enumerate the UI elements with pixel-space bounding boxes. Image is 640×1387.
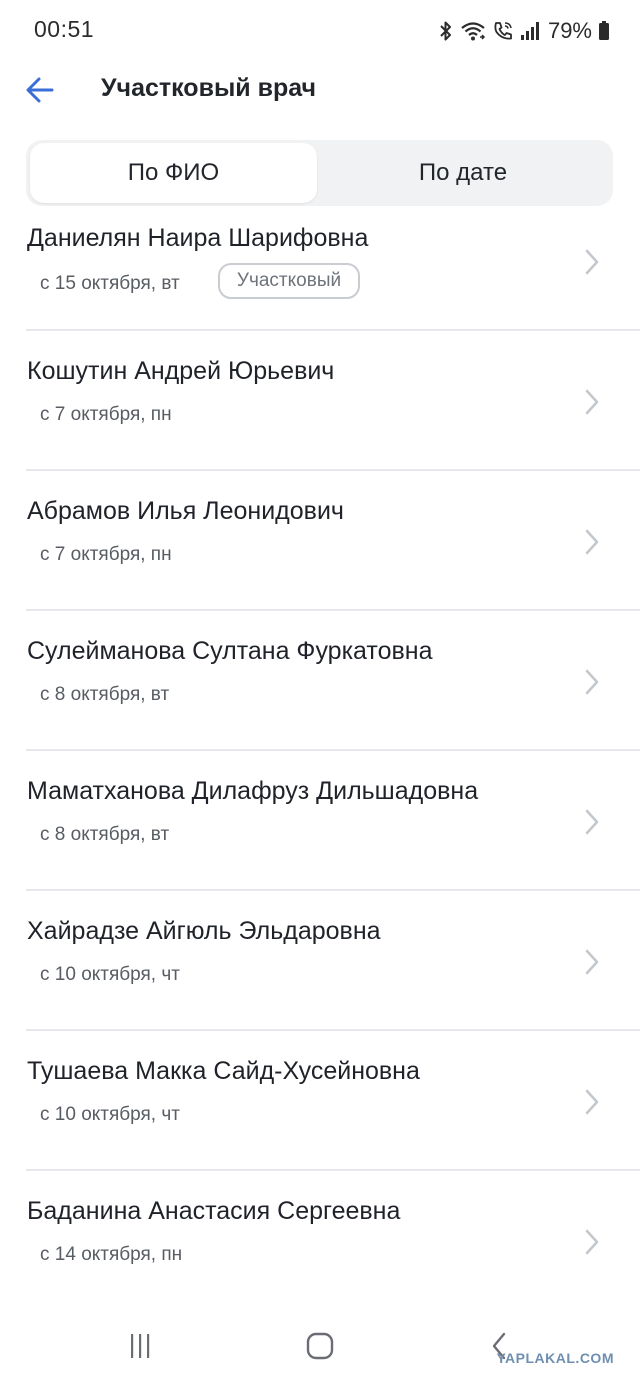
signal-icon xyxy=(520,22,539,40)
home-button[interactable] xyxy=(300,1330,340,1362)
doctor-list-item[interactable]: Тушаева Макка Сайд-Хусейновна с 10 октяб… xyxy=(0,1031,640,1171)
chevron-right-icon xyxy=(585,949,599,975)
doctor-list-item[interactable]: Абрамов Илья Леонидович с 7 октября, пн xyxy=(0,471,640,611)
system-nav-bar xyxy=(0,1300,640,1387)
status-time: 00:51 xyxy=(34,16,95,42)
app-header: Участковый врач xyxy=(0,62,640,118)
chevron-right-icon xyxy=(585,529,599,555)
doctor-start-date: с 7 октября, пн xyxy=(40,544,172,565)
chevron-right-icon xyxy=(585,389,599,415)
chevron-right-icon xyxy=(585,1229,599,1255)
recent-apps-icon xyxy=(131,1334,150,1358)
home-icon xyxy=(306,1332,334,1360)
recent-apps-button[interactable] xyxy=(120,1330,160,1362)
doctor-start-date: с 14 октября, пн xyxy=(40,1244,183,1265)
wifi-call-icon xyxy=(494,22,512,40)
doctor-name: Маматханова Дилафруз Дильшадовна xyxy=(27,777,479,805)
doctor-list-item[interactable]: Хайрадзе Айгюль Эльдаровна с 10 октября,… xyxy=(0,891,640,1031)
doctor-list-item[interactable]: Баданина Анастасия Сергеевна с 14 октябр… xyxy=(0,1171,640,1311)
sort-segmented-control: По ФИО По дате xyxy=(26,140,613,206)
wifi-icon xyxy=(461,22,486,41)
doctor-start-date: с 10 октября, чт xyxy=(40,1104,180,1125)
doctor-start-date: с 8 октября, вт xyxy=(40,824,170,845)
doctor-start-date: с 7 октября, пн xyxy=(40,404,172,425)
bluetooth-icon xyxy=(440,21,451,41)
tab-by-date[interactable]: По дате xyxy=(317,143,609,203)
doctor-name: Даниелян Наира Шарифовна xyxy=(27,224,369,252)
doctor-start-date: с 10 октября, чт xyxy=(40,964,180,985)
doctor-name: Тушаева Макка Сайд-Хусейновна xyxy=(27,1057,420,1085)
doctor-name: Баданина Анастасия Сергеевна xyxy=(27,1197,401,1225)
doctor-role-badge: Участковый xyxy=(218,263,360,299)
battery-icon xyxy=(599,21,609,40)
chevron-right-icon xyxy=(585,809,599,835)
page-title: Участковый врач xyxy=(101,74,317,102)
doctor-name: Сулейманова Султана Фуркатовна xyxy=(27,637,433,665)
chevron-right-icon xyxy=(585,1089,599,1115)
tab-by-name[interactable]: По ФИО xyxy=(30,143,317,203)
doctor-name: Абрамов Илья Леонидович xyxy=(27,497,344,525)
doctor-list: Даниелян Наира Шарифовна с 15 октября, в… xyxy=(0,210,640,1311)
doctor-name: Кошутин Андрей Юрьевич xyxy=(27,357,335,385)
chevron-right-icon xyxy=(585,669,599,695)
doctor-list-item[interactable]: Сулейманова Султана Фуркатовна с 8 октяб… xyxy=(0,611,640,751)
doctor-start-date: с 15 октября, вт xyxy=(40,273,180,294)
battery-percent: 79% xyxy=(547,18,592,43)
watermark: YAPLAKAL.COM xyxy=(496,1350,614,1366)
doctor-list-item[interactable]: Маматханова Дилафруз Дильшадовна с 8 окт… xyxy=(0,751,640,891)
arrow-left-icon xyxy=(26,77,54,103)
doctor-list-item[interactable]: Даниелян Наира Шарифовна с 15 октября, в… xyxy=(0,210,640,331)
status-bar: 00:51 79% xyxy=(0,0,640,62)
doctor-name: Хайрадзе Айгюль Эльдаровна xyxy=(27,917,381,945)
doctor-start-date: с 8 октября, вт xyxy=(40,684,170,705)
doctor-list-item[interactable]: Кошутин Андрей Юрьевич с 7 октября, пн xyxy=(0,331,640,471)
back-button[interactable] xyxy=(20,70,60,110)
status-icons: 79% xyxy=(438,16,610,46)
chevron-right-icon xyxy=(585,249,599,275)
